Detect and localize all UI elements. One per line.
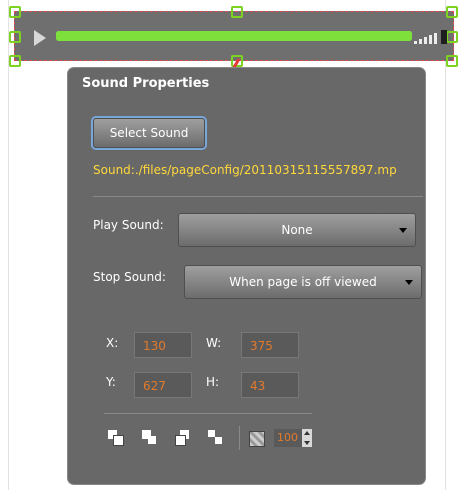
height-input[interactable]: 43 — [241, 372, 299, 398]
select-sound-button[interactable]: Select Sound — [93, 118, 205, 148]
stop-sound-dropdown[interactable]: When page is off viewed — [184, 265, 422, 299]
resize-handle-bottom-left[interactable] — [9, 55, 21, 67]
opacity-input[interactable]: 100 — [274, 429, 302, 447]
toolbar-separator — [239, 426, 240, 450]
resize-handle-top-right[interactable] — [446, 6, 458, 18]
progress-fill — [56, 31, 412, 41]
volume-icon[interactable] — [414, 30, 450, 44]
opacity-stepper[interactable] — [302, 429, 312, 447]
w-label: W: — [206, 336, 222, 350]
stop-sound-label: Stop Sound: — [93, 270, 166, 284]
canvas-right-border — [445, 0, 446, 490]
x-label: X: — [106, 336, 119, 350]
resize-handle-bottom-right[interactable] — [446, 55, 458, 67]
divider-bottom — [104, 413, 312, 414]
sound-properties-panel: Sound Properties Select Sound Sound:./fi… — [68, 68, 425, 484]
send-backward-icon[interactable] — [175, 430, 191, 446]
y-label: Y: — [106, 375, 116, 389]
x-input[interactable]: 130 — [134, 332, 192, 358]
h-label: H: — [206, 375, 220, 389]
sound-path: Sound:./files/pageConfig/201103151155578… — [93, 163, 397, 177]
resize-handle-middle-left[interactable] — [9, 31, 21, 43]
resize-handle-top-left[interactable] — [9, 6, 21, 18]
stop-sound-value: When page is off viewed — [229, 275, 377, 289]
send-to-back-icon[interactable] — [208, 430, 224, 446]
play-sound-label: Play Sound: — [93, 218, 164, 232]
canvas-left-border — [8, 0, 9, 490]
width-input[interactable]: 375 — [241, 332, 299, 358]
progress-bar[interactable] — [56, 31, 412, 41]
play-icon[interactable] — [34, 30, 46, 46]
y-input[interactable]: 627 — [134, 372, 192, 398]
resize-handle-top-center[interactable] — [231, 6, 243, 18]
bring-forward-icon[interactable] — [142, 430, 158, 446]
chevron-down-icon — [399, 228, 407, 233]
play-sound-value: None — [281, 223, 313, 237]
chevron-down-icon — [405, 280, 413, 285]
panel-title: Sound Properties — [82, 76, 210, 91]
divider-top — [93, 196, 423, 197]
opacity-icon — [249, 431, 265, 447]
bring-to-front-icon[interactable] — [108, 430, 124, 446]
play-sound-dropdown[interactable]: None — [178, 213, 416, 247]
